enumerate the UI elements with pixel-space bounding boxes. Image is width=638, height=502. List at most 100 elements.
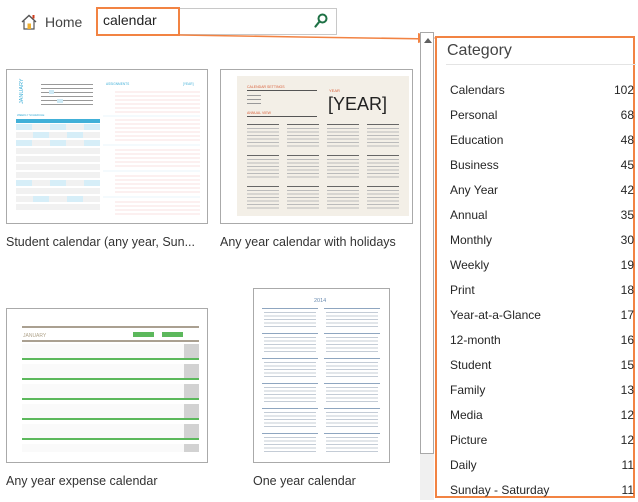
category-item[interactable]: 12-month 16	[450, 327, 634, 352]
month-header-line	[262, 383, 318, 384]
category-item[interactable]: Personal 68	[450, 102, 634, 127]
category-count: 11	[621, 482, 634, 497]
category-count: 12	[620, 432, 634, 447]
month-week-line	[247, 159, 279, 160]
month-week-line	[247, 169, 279, 171]
month-week-line	[367, 176, 399, 178]
category-item[interactable]: Family 13	[450, 377, 634, 402]
category-item[interactable]: Any Year 42	[450, 177, 634, 202]
category-label: Media	[450, 407, 483, 422]
month-week-line	[264, 419, 316, 420]
month-header-line	[327, 155, 359, 156]
scroll-up-arrow-icon[interactable]	[424, 38, 432, 43]
month-week-line	[247, 173, 279, 174]
month-header-line	[262, 408, 318, 409]
month-week-line	[287, 176, 319, 178]
month-week-line	[327, 162, 359, 164]
month-week-line	[367, 159, 399, 160]
month-week-line	[247, 207, 279, 209]
month-week-line	[326, 351, 378, 352]
month-week-line	[367, 193, 399, 195]
month-header-line	[262, 333, 318, 334]
month-week-line	[247, 190, 279, 191]
month-week-line	[327, 142, 359, 143]
category-count: 15	[620, 357, 634, 372]
template-caption[interactable]: Any year calendar with holidays	[220, 235, 396, 249]
category-label: Business	[450, 157, 499, 172]
month-week-line	[287, 159, 319, 160]
template-caption[interactable]: One year calendar	[253, 474, 356, 488]
template-any-year-holidays[interactable]: CALENDAR SETTINGS ANNUAL VIEW YEAR [YEAR…	[220, 69, 413, 224]
month-week-line	[326, 447, 378, 449]
category-item[interactable]: Year-at-a-Glance 17	[450, 302, 634, 327]
week-block	[22, 424, 184, 438]
month-week-line	[327, 145, 359, 147]
category-count: 13	[620, 382, 634, 397]
month-header-line	[262, 433, 318, 434]
month-week-line	[287, 131, 319, 133]
month-header-line	[287, 124, 319, 125]
month-week-line	[264, 422, 316, 424]
category-item[interactable]: Picture 12	[450, 427, 634, 452]
month-week-line	[247, 135, 279, 136]
month-week-line	[264, 447, 316, 449]
month-week-line	[264, 440, 316, 442]
month-week-line	[247, 138, 279, 140]
preview-year-tag: [YEAR]	[183, 82, 194, 86]
category-item[interactable]: Weekly 19	[450, 252, 634, 277]
week-total	[184, 404, 199, 418]
week-total	[184, 344, 199, 358]
category-label: Calendars	[450, 82, 505, 97]
month-week-line	[367, 166, 399, 167]
month-week-line	[264, 437, 316, 438]
category-item[interactable]: Sunday - Saturday 11	[450, 477, 634, 502]
month-week-line	[287, 200, 319, 202]
month-header-line	[367, 124, 399, 125]
category-item[interactable]: Annual 35	[450, 202, 634, 227]
month-header-line	[324, 408, 380, 409]
month-week-line	[287, 166, 319, 167]
week-total-bar	[22, 418, 199, 420]
category-item[interactable]: Calendars 102	[450, 77, 634, 102]
month-week-line	[327, 131, 359, 133]
preview-year-label: YEAR	[329, 88, 340, 93]
month-week-line	[326, 419, 378, 420]
month-week-line	[264, 451, 316, 452]
category-item[interactable]: Education 48	[450, 127, 634, 152]
month-header-line	[262, 308, 318, 309]
category-label: Weekly	[450, 257, 490, 272]
category-item[interactable]: Student 15	[450, 352, 634, 377]
month-week-line	[326, 394, 378, 395]
month-week-line	[264, 372, 316, 374]
month-week-line	[326, 440, 378, 442]
template-caption[interactable]: Student calendar (any year, Sun...	[6, 235, 195, 249]
week-total-bar	[22, 398, 199, 400]
template-caption[interactable]: Any year expense calendar	[6, 474, 157, 488]
template-one-year-calendar[interactable]: 2014	[253, 288, 390, 463]
category-count: 35	[620, 207, 634, 222]
month-week-line	[327, 176, 359, 178]
category-label: 12-month	[450, 332, 501, 347]
month-week-line	[327, 204, 359, 205]
category-label: Personal	[450, 107, 498, 122]
month-week-line	[287, 145, 319, 147]
month-week-line	[327, 135, 359, 136]
category-item[interactable]: Monthly 30	[450, 227, 634, 252]
template-expense-calendar[interactable]: JANUARY	[6, 308, 208, 463]
category-count: 19	[620, 257, 634, 272]
category-count: 12	[620, 407, 634, 422]
category-item[interactable]: Business 45	[450, 152, 634, 177]
month-week-line	[247, 131, 279, 133]
month-week-line	[287, 190, 319, 191]
category-item[interactable]: Media 12	[450, 402, 634, 427]
category-item[interactable]: Daily 11	[450, 452, 634, 477]
month-week-line	[326, 422, 378, 424]
month-week-line	[367, 200, 399, 202]
month-week-line	[264, 444, 316, 445]
templates-scrollbar[interactable]	[420, 32, 434, 454]
category-item[interactable]: Print 18	[450, 277, 634, 302]
holidays-calendar-preview: CALENDAR SETTINGS ANNUAL VIEW YEAR [YEAR…	[237, 76, 409, 216]
template-student-calendar[interactable]: JANUARY WEEKLY SCHEDULE ASSIGNMENTS [YEA…	[6, 69, 208, 224]
scrollbar-track[interactable]	[420, 454, 434, 500]
category-label: Print	[450, 282, 475, 297]
